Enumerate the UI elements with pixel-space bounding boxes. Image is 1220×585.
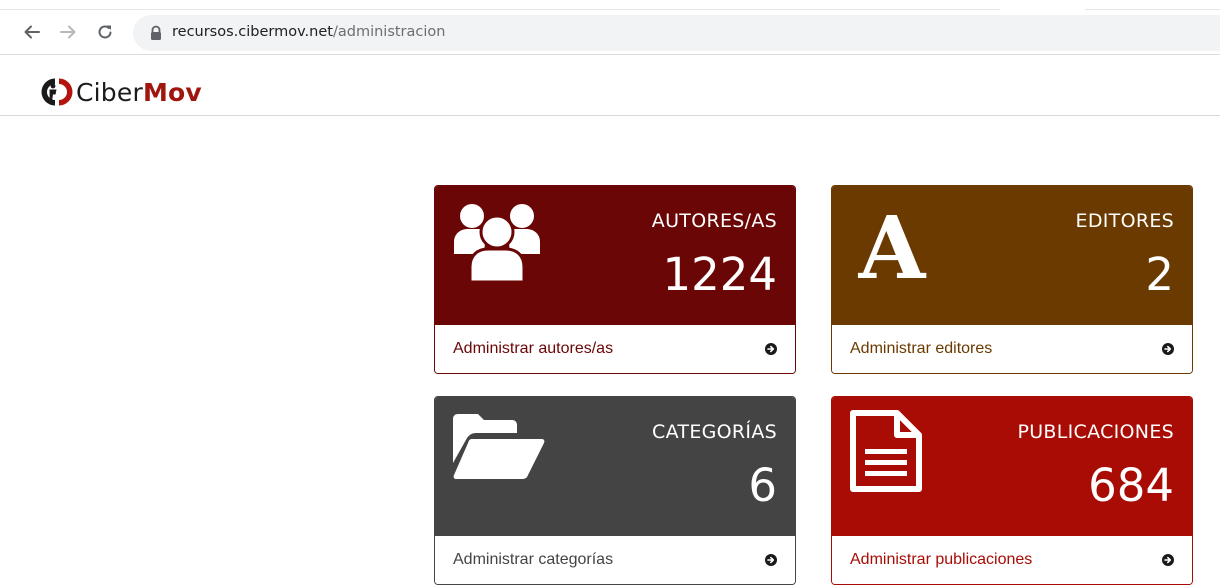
logo-text-bold: Mov — [142, 77, 202, 107]
card-autores-title: AUTORES/AS — [651, 210, 777, 232]
admin-publicaciones-link[interactable]: Administrar publicaciones — [832, 535, 1192, 584]
card-publicaciones: PUBLICACIONES 684 Administrar publicacio… — [831, 396, 1193, 585]
card-autores: AUTORES/AS 1224 Administrar autores/as — [434, 185, 796, 374]
logo-text-light: Ciber — [76, 77, 143, 107]
card-categorias-count: 6 — [748, 459, 777, 512]
arrow-circle-right-icon — [1162, 343, 1174, 355]
address-bar[interactable]: recursos.cibermov.net/administracion — [133, 15, 1220, 51]
card-publicaciones-title: PUBLICACIONES — [1017, 421, 1174, 443]
card-editores-title: EDITORES — [1075, 210, 1174, 232]
tab-strip — [0, 0, 1220, 10]
arrow-left-icon — [24, 25, 40, 39]
card-editores-count: 2 — [1145, 248, 1174, 301]
back-button[interactable] — [20, 20, 44, 44]
card-editores-panel: A EDITORES 2 — [832, 186, 1192, 324]
reload-button[interactable] — [93, 20, 117, 44]
forward-button[interactable] — [56, 20, 80, 44]
svg-text:A: A — [858, 198, 927, 286]
card-categorias: CATEGORÍAS 6 Administrar categorías — [434, 396, 796, 585]
url-path: /administracion — [332, 24, 446, 40]
lock-icon — [151, 25, 161, 40]
admin-categorias-link[interactable]: Administrar categorías — [435, 535, 795, 584]
admin-autores-link-label: Administrar autores/as — [453, 340, 614, 357]
cibermov-logo-icon — [41, 78, 73, 106]
card-autores-count: 1224 — [662, 248, 777, 301]
users-icon — [454, 204, 540, 284]
admin-editores-link[interactable]: Administrar editores — [832, 324, 1192, 373]
arrow-circle-right-icon — [1162, 554, 1174, 566]
url-text[interactable]: recursos.cibermov.net/administracion — [172, 24, 445, 40]
logo-text: CiberMov — [76, 80, 202, 105]
url-host: recursos.cibermov.net — [172, 24, 333, 40]
card-editores: A EDITORES 2 Administrar editores — [831, 185, 1193, 374]
admin-publicaciones-link-label: Administrar publicaciones — [850, 551, 1033, 568]
site-logo[interactable]: CiberMov — [40, 75, 202, 109]
admin-categorias-link-label: Administrar categorías — [453, 551, 614, 568]
document-icon — [850, 410, 922, 492]
admin-autores-link[interactable]: Administrar autores/as — [435, 324, 795, 373]
letter-a-icon: A — [858, 198, 927, 286]
site-header: CiberMov — [0, 56, 1220, 116]
arrow-circle-right-icon — [765, 554, 777, 566]
card-publicaciones-panel: PUBLICACIONES 684 — [832, 397, 1192, 535]
card-publicaciones-count: 684 — [1088, 459, 1174, 512]
card-autores-panel: AUTORES/AS 1224 — [435, 186, 795, 324]
browser-toolbar: recursos.cibermov.net/administracion — [0, 0, 1220, 55]
arrow-circle-right-icon — [765, 343, 777, 355]
arrow-right-icon — [60, 25, 76, 39]
reload-icon — [98, 25, 112, 39]
admin-editores-link-label: Administrar editores — [850, 340, 993, 357]
card-categorias-panel: CATEGORÍAS 6 — [435, 397, 795, 535]
folder-open-icon — [453, 414, 545, 479]
card-categorias-title: CATEGORÍAS — [652, 421, 777, 443]
